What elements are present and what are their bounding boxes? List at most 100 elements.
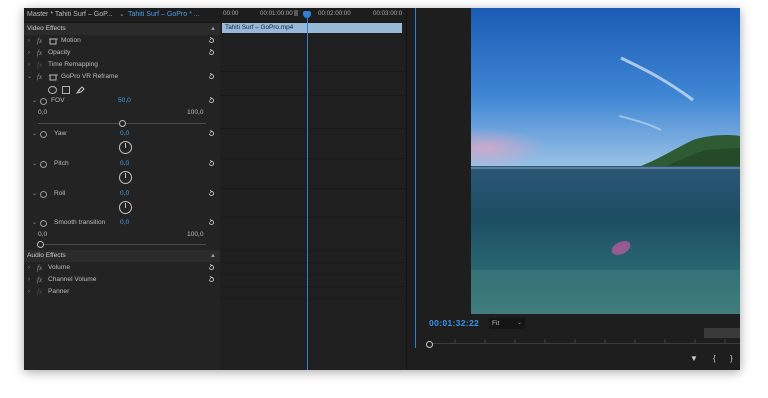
sequence-clip-label[interactable]: Tahiti Surf – GoPro * ... bbox=[128, 8, 200, 22]
in-out-range[interactable] bbox=[704, 328, 740, 338]
effect-label: Opacity bbox=[48, 49, 71, 56]
reset-icon[interactable] bbox=[208, 276, 215, 283]
zoom-level-select[interactable]: Fit ⌄ bbox=[489, 318, 525, 329]
stopwatch-icon[interactable] bbox=[40, 220, 47, 227]
roll-value[interactable]: 0,0 bbox=[120, 188, 129, 200]
pitch-dial[interactable] bbox=[119, 171, 132, 184]
param-label: Pitch bbox=[54, 160, 69, 167]
ruler-tick: 00:00 bbox=[223, 10, 239, 17]
playhead[interactable] bbox=[303, 11, 311, 370]
fx-icon: fx bbox=[37, 288, 43, 296]
param-row-fov[interactable]: ⌄ FOV 50,0 bbox=[24, 95, 220, 107]
timeline-clip[interactable]: Tahiti Surf – GoPro.mp4 bbox=[222, 23, 402, 33]
reset-icon[interactable] bbox=[208, 73, 215, 80]
row-divider bbox=[220, 128, 406, 129]
reset-icon[interactable] bbox=[208, 190, 215, 197]
yaw-dial[interactable] bbox=[119, 141, 132, 154]
param-label: Smooth transition bbox=[54, 219, 106, 226]
fx-icon[interactable]: fx bbox=[37, 71, 42, 83]
effect-row-motion[interactable]: › fx Motion bbox=[24, 35, 220, 47]
monitor-playhead[interactable] bbox=[426, 341, 433, 348]
param-row-pitch[interactable]: ⌄ Pitch 0,0 bbox=[24, 158, 220, 170]
pen-tool-icon[interactable] bbox=[76, 85, 85, 94]
smooth-slider-handle[interactable] bbox=[37, 241, 44, 248]
ruler-tick: 00:01:00:00 bbox=[260, 10, 293, 17]
transform-icon bbox=[49, 38, 58, 45]
video-effects-label: Video Effects bbox=[27, 25, 66, 32]
effect-row-channel-volume[interactable]: › fx Channel Volume bbox=[24, 274, 220, 286]
smooth-min-label: 0,0 bbox=[38, 231, 48, 238]
row-divider bbox=[220, 158, 406, 159]
expand-arrow-icon[interactable]: › bbox=[28, 286, 30, 298]
pitch-value[interactable]: 0,0 bbox=[120, 158, 129, 170]
fx-icon[interactable]: fx bbox=[37, 274, 42, 286]
fov-value[interactable]: 50,0 bbox=[118, 95, 131, 107]
reset-icon[interactable] bbox=[208, 130, 215, 137]
mark-in-icon[interactable]: { bbox=[713, 354, 716, 363]
expand-arrow-icon[interactable]: › bbox=[28, 47, 30, 59]
fx-icon[interactable]: fx bbox=[37, 262, 42, 274]
reset-icon[interactable] bbox=[208, 97, 215, 104]
zoom-level-label: Fit bbox=[492, 320, 500, 327]
fx-icon[interactable]: fx bbox=[37, 47, 42, 59]
ruler-tick: 00:02:00:00 bbox=[318, 10, 351, 17]
audio-effects-label: Audio Effects bbox=[27, 252, 66, 259]
reset-icon[interactable] bbox=[208, 49, 215, 56]
monitor-timeline-track[interactable] bbox=[431, 343, 740, 344]
smooth-value[interactable]: 0,0 bbox=[120, 217, 129, 229]
fx-icon[interactable]: fx bbox=[37, 35, 42, 47]
fov-slider-handle[interactable] bbox=[119, 120, 126, 127]
effect-controls-timeline: 00:00 00:01:00:00 00:02:00:00 00:03:00:0… bbox=[220, 8, 407, 370]
collapse-arrow-icon[interactable]: ⌄ bbox=[32, 188, 37, 200]
ellipse-mask-icon[interactable] bbox=[48, 86, 57, 94]
reset-icon[interactable] bbox=[208, 219, 215, 226]
mark-out-icon[interactable]: } bbox=[730, 354, 733, 363]
expand-arrow-icon[interactable]: › bbox=[28, 35, 30, 47]
expand-arrow-icon[interactable]: › bbox=[28, 274, 30, 286]
effect-row-gopro-reframe[interactable]: ⌄ fx GoPro VR Reframe bbox=[24, 71, 220, 83]
chevron-down-icon[interactable]: ⌄ bbox=[119, 8, 125, 22]
param-row-yaw[interactable]: ⌄ Yaw 0,0 bbox=[24, 128, 220, 140]
reset-icon[interactable] bbox=[208, 160, 215, 167]
collapse-arrow-icon[interactable]: ⌄ bbox=[32, 158, 37, 170]
premiere-window: Master * Tahiti Surf – GoP... ⌄ Tahiti S… bbox=[24, 8, 740, 370]
yaw-value[interactable]: 0,0 bbox=[120, 128, 129, 140]
roll-dial[interactable] bbox=[119, 201, 132, 214]
mask-tools-row bbox=[24, 83, 220, 95]
smooth-max-label: 100,0 bbox=[187, 231, 204, 238]
master-clip-label[interactable]: Master * Tahiti Surf – GoP... bbox=[27, 8, 113, 22]
fov-min-label: 0,0 bbox=[38, 109, 48, 116]
row-divider bbox=[220, 262, 406, 263]
smooth-slider-track[interactable] bbox=[38, 244, 206, 245]
param-row-smooth-transition[interactable]: ⌄ Smooth transition 0,0 bbox=[24, 217, 220, 229]
reset-icon[interactable] bbox=[208, 264, 215, 271]
expand-arrow-icon[interactable]: › bbox=[28, 59, 30, 71]
expand-arrow-icon[interactable]: › bbox=[28, 262, 30, 274]
timeline-ruler[interactable]: 00:00 00:01:00:00 00:02:00:00 00:03:00:0 bbox=[220, 8, 406, 23]
param-label: Roll bbox=[54, 190, 66, 197]
stopwatch-icon[interactable] bbox=[40, 191, 47, 198]
reset-icon[interactable] bbox=[208, 37, 215, 44]
collapse-arrow-icon[interactable]: ⌄ bbox=[32, 95, 37, 107]
effect-row-panner[interactable]: › fx Panner bbox=[24, 286, 220, 298]
param-label: FOV bbox=[51, 97, 65, 104]
collapse-arrow-icon[interactable]: ⌄ bbox=[32, 217, 37, 229]
add-marker-icon[interactable]: ▼ bbox=[690, 354, 698, 363]
stopwatch-icon[interactable] bbox=[40, 131, 47, 138]
collapse-arrow-icon[interactable]: ▲ bbox=[210, 23, 216, 35]
rectangle-mask-icon[interactable] bbox=[62, 86, 70, 94]
effect-label: Time Remapping bbox=[48, 61, 98, 68]
playhead-timecode[interactable]: 00:01:32:22 bbox=[429, 318, 479, 328]
collapse-arrow-icon[interactable]: ⌄ bbox=[32, 128, 37, 140]
effect-row-volume[interactable]: › fx Volume bbox=[24, 262, 220, 274]
collapse-arrow-icon[interactable]: ▲ bbox=[210, 250, 216, 262]
effect-row-time-remapping[interactable]: › fx Time Remapping bbox=[24, 59, 220, 71]
effect-row-opacity[interactable]: › fx Opacity bbox=[24, 47, 220, 59]
stopwatch-icon[interactable] bbox=[40, 161, 47, 168]
row-divider bbox=[220, 298, 406, 299]
stopwatch-icon[interactable] bbox=[40, 98, 47, 105]
param-row-roll[interactable]: ⌄ Roll 0,0 bbox=[24, 188, 220, 200]
audio-effects-header: Audio Effects ▲ bbox=[24, 250, 220, 262]
collapse-arrow-icon[interactable]: ⌄ bbox=[27, 71, 32, 83]
zoom-scroll-handle[interactable] bbox=[294, 10, 298, 16]
